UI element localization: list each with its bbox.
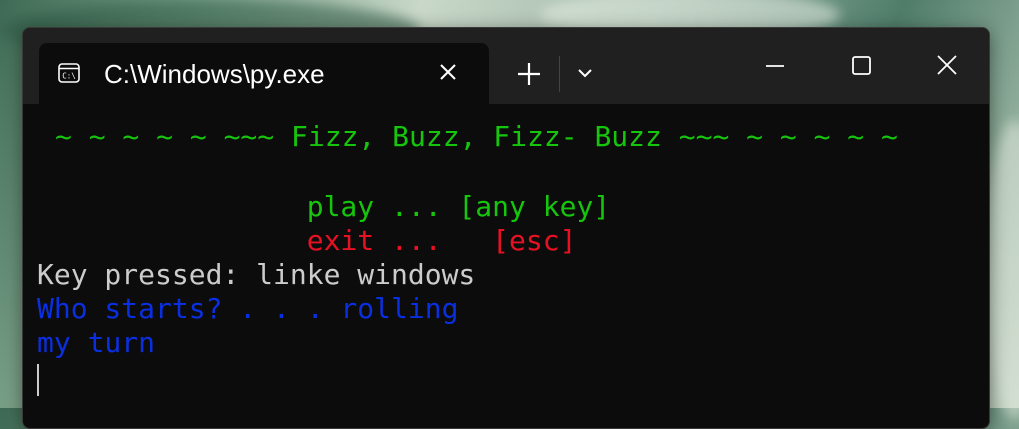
close-icon bbox=[440, 64, 456, 80]
new-tab-button[interactable] bbox=[515, 60, 543, 88]
plus-icon bbox=[518, 63, 540, 85]
console-output[interactable]: ~ ~ ~ ~ ~ ~~~ Fizz, Buzz, Fizz- Buzz ~~~… bbox=[23, 104, 989, 428]
maximize-button[interactable] bbox=[841, 48, 881, 84]
menu-play-line: play ... [any key] bbox=[37, 190, 611, 223]
menu-exit-line: exit ... [esc] bbox=[37, 224, 577, 257]
tab-separator bbox=[559, 56, 560, 92]
minimize-button[interactable] bbox=[755, 48, 795, 84]
tab-dropdown-button[interactable] bbox=[573, 65, 597, 83]
close-window-button[interactable] bbox=[927, 48, 967, 84]
chevron-down-icon bbox=[578, 69, 592, 78]
who-starts-line: Who starts? . . . rolling bbox=[37, 292, 459, 325]
banner-line: ~ ~ ~ ~ ~ ~~~ Fizz, Buzz, Fizz- Buzz ~~~… bbox=[55, 120, 898, 153]
text-cursor bbox=[37, 364, 39, 396]
close-tab-button[interactable] bbox=[437, 61, 459, 83]
svg-text:C:\: C:\ bbox=[62, 72, 76, 81]
terminal-window: C:\ C:\Windows\py.exe ~ ~ ~ ~ ~ ~~~ Fizz… bbox=[22, 27, 990, 429]
minimize-icon bbox=[766, 65, 784, 67]
console-icon: C:\ bbox=[58, 62, 80, 84]
tab-python-console[interactable]: C:\ C:\Windows\py.exe bbox=[39, 43, 489, 104]
key-pressed-line: Key pressed: linke windows bbox=[37, 258, 476, 291]
wallpaper-streak bbox=[985, 120, 1019, 420]
maximize-icon bbox=[852, 56, 871, 75]
title-bar: C:\ C:\Windows\py.exe bbox=[23, 28, 989, 104]
close-icon bbox=[937, 55, 957, 75]
tab-title: C:\Windows\py.exe bbox=[104, 59, 325, 89]
turn-line: my turn bbox=[37, 326, 156, 359]
